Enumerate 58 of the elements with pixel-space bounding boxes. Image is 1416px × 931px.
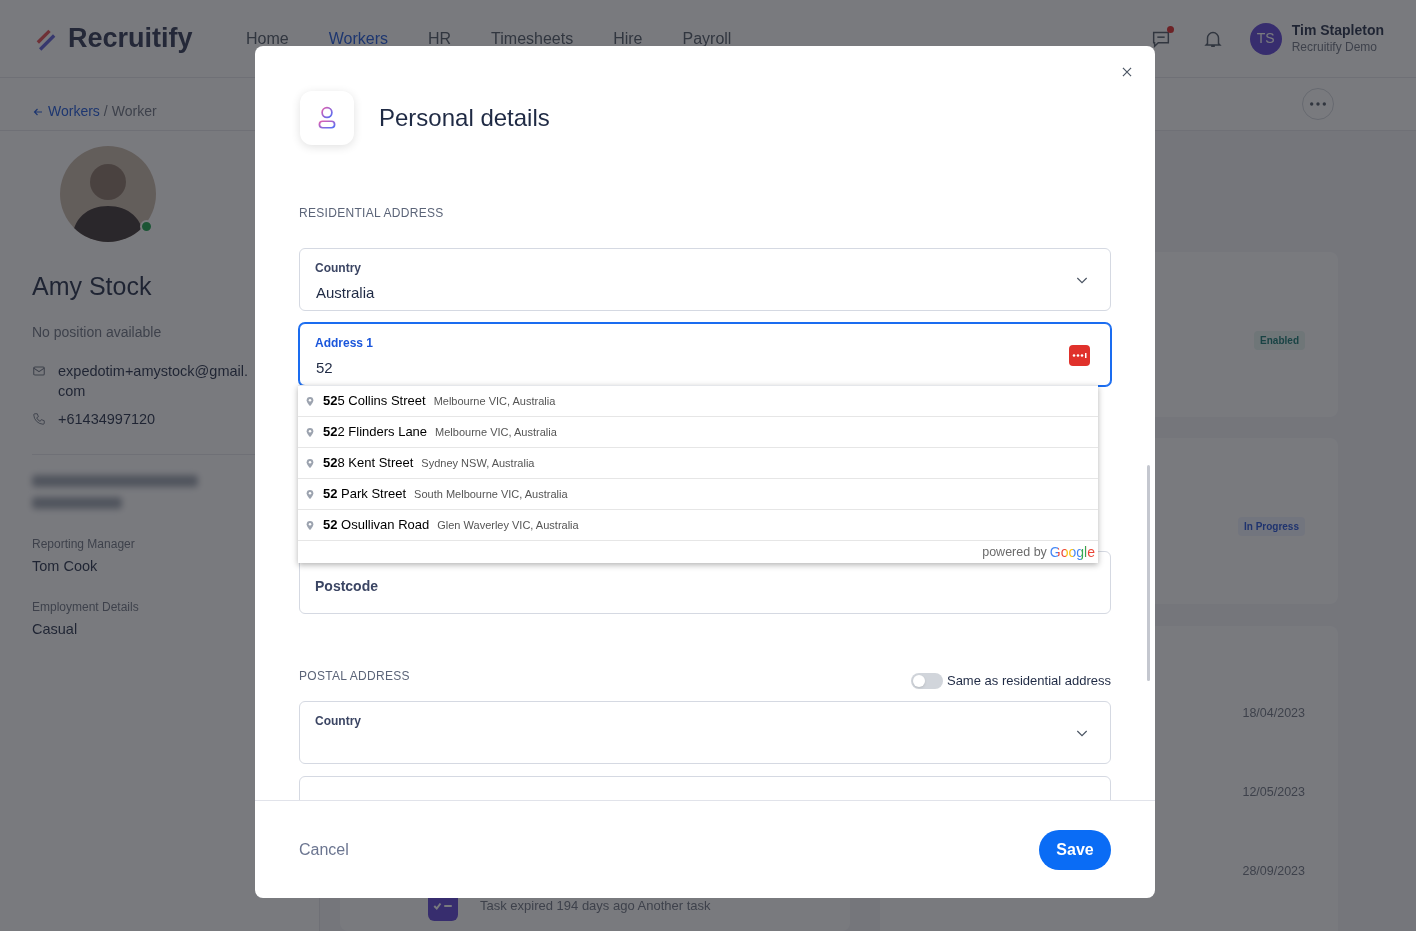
close-icon — [1120, 65, 1134, 79]
toggle-label: Same as residential address — [946, 672, 1111, 690]
mail-icon — [32, 363, 46, 378]
field-label: Address 1 — [315, 335, 374, 352]
suggestion-street: 522 Flinders Lane — [323, 423, 428, 442]
date-text: 18/04/2023 — [1242, 705, 1305, 722]
country-select[interactable]: Country — [299, 700, 1111, 764]
worker-email: expedotim+amystock@gmail.com — [58, 361, 249, 401]
field-value: 52 — [316, 358, 333, 378]
detail-label: Reporting Manager — [32, 536, 136, 554]
detail-label: Employment Details — [32, 599, 140, 616]
app-logo-text: Recruitify — [68, 22, 193, 56]
section-heading: POSTAL ADDRESS — [299, 668, 410, 685]
suggestion-street: 52 Park Street — [323, 485, 407, 504]
country-select[interactable]: Country Australia — [299, 248, 1111, 311]
worker-name: Amy Stock — [32, 271, 153, 302]
address-suggestion[interactable]: 528 Kent Street Sydney NSW, Australia — [298, 448, 1098, 479]
cancel-button[interactable]: Cancel — [299, 837, 349, 862]
suggestion-locality: Sydney NSW, Australia — [421, 455, 535, 471]
toggle-switch[interactable] — [910, 672, 943, 689]
detail-value: Casual — [32, 620, 79, 639]
date-text: 28/09/2023 — [1242, 863, 1305, 880]
breadcrumb-current: Worker — [111, 102, 157, 121]
status-badge: Enabled — [1254, 331, 1305, 350]
more-icon — [1310, 102, 1326, 106]
save-button[interactable]: Save — [1039, 829, 1111, 870]
address-suggestion[interactable]: 52 Osullivan Road Glen Waverley VIC, Australia — [298, 510, 1098, 541]
scrollbar-thumb[interactable] — [1147, 465, 1150, 681]
suggestion-locality: Glen Waverley VIC, Australia — [437, 517, 579, 533]
field-value: Australia — [316, 283, 375, 303]
field-label: Postcode — [315, 577, 378, 596]
modal-title: Personal details — [379, 103, 550, 133]
suggestion-street: 528 Kent Street — [323, 454, 414, 473]
suggestion-locality: Melbourne VIC, Australia — [433, 393, 556, 409]
suggestion-locality: South Melbourne VIC, Australia — [414, 486, 568, 502]
worker-phone: +61434997120 — [58, 409, 156, 429]
breadcrumb-separator: / — [103, 102, 108, 121]
suggestion-locality: Melbourne VIC, Australia — [435, 424, 557, 440]
user-org: Recruitify Demo — [1291, 39, 1379, 55]
field-label: Country — [315, 260, 361, 277]
user-avatar[interactable]: TS — [1249, 22, 1282, 55]
address-suggestion[interactable]: 52 Park Street South Melbourne VIC, Australia — [298, 479, 1098, 510]
status-badge: In Progress — [1237, 517, 1305, 536]
field-label: Country — [315, 712, 361, 730]
task-text: Task expired 194 days ago Another task — [480, 897, 711, 916]
worker-position: No position available — [32, 322, 163, 342]
password-manager-icon — [1069, 345, 1090, 366]
date-text: 12/05/2023 — [1242, 784, 1305, 801]
suggestion-street: 525 Collins Street — [323, 392, 426, 411]
user-name: Tim Stapleton — [1291, 22, 1384, 40]
suggestion-street: 52 Osullivan Road — [323, 516, 430, 535]
detail-value: Tom Cook — [32, 557, 99, 577]
text-field[interactable]: Address 1 52 — [299, 323, 1111, 386]
section-heading: RESIDENTIAL ADDRESS — [299, 205, 445, 222]
address-suggestion[interactable]: 522 Flinders Lane Melbourne VIC, Australia — [298, 417, 1098, 448]
phone-icon — [32, 412, 46, 427]
breadcrumb-link[interactable]: Workers — [32, 101, 100, 122]
address-suggestion[interactable]: 525 Collins Street Melbourne VIC, Australia — [298, 386, 1098, 417]
